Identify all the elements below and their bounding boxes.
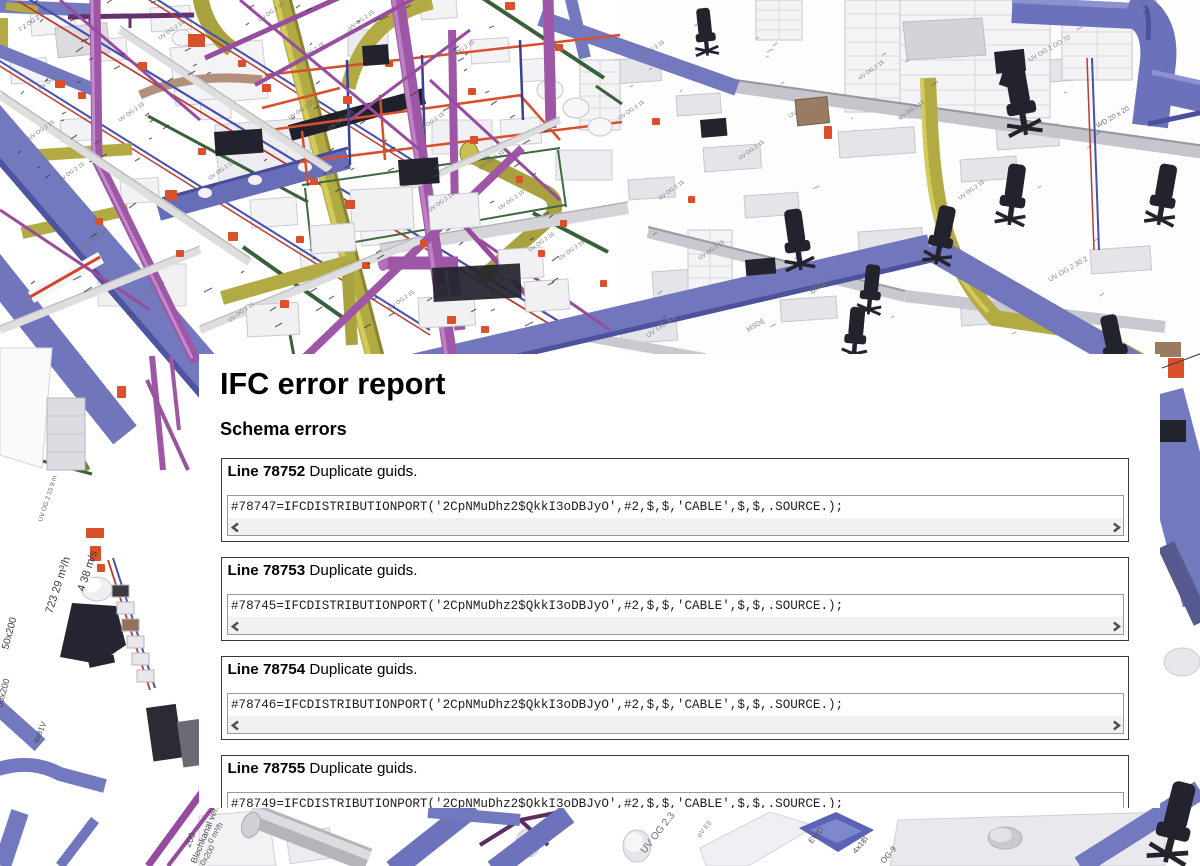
svg-text:UV OG 2 15: UV OG 2 15	[58, 162, 86, 184]
svg-text:UV OG 2 15 9 m: UV OG 2 15 9 m	[37, 475, 59, 523]
svg-text:UV OG 2 15: UV OG 2 15	[388, 290, 416, 312]
svg-text:UV OG 2 15: UV OG 2 15	[498, 190, 526, 212]
svg-text:723 29 m³/h: 723 29 m³/h	[43, 555, 73, 615]
svg-text:⌀V E6: ⌀V E6	[696, 820, 714, 840]
svg-text:50x200: 50x200	[0, 616, 19, 651]
svg-text:UV OG 2 15: UV OG 2 15	[558, 240, 586, 262]
svg-text:UV OG 2 15: UV OG 2 15	[118, 102, 146, 124]
